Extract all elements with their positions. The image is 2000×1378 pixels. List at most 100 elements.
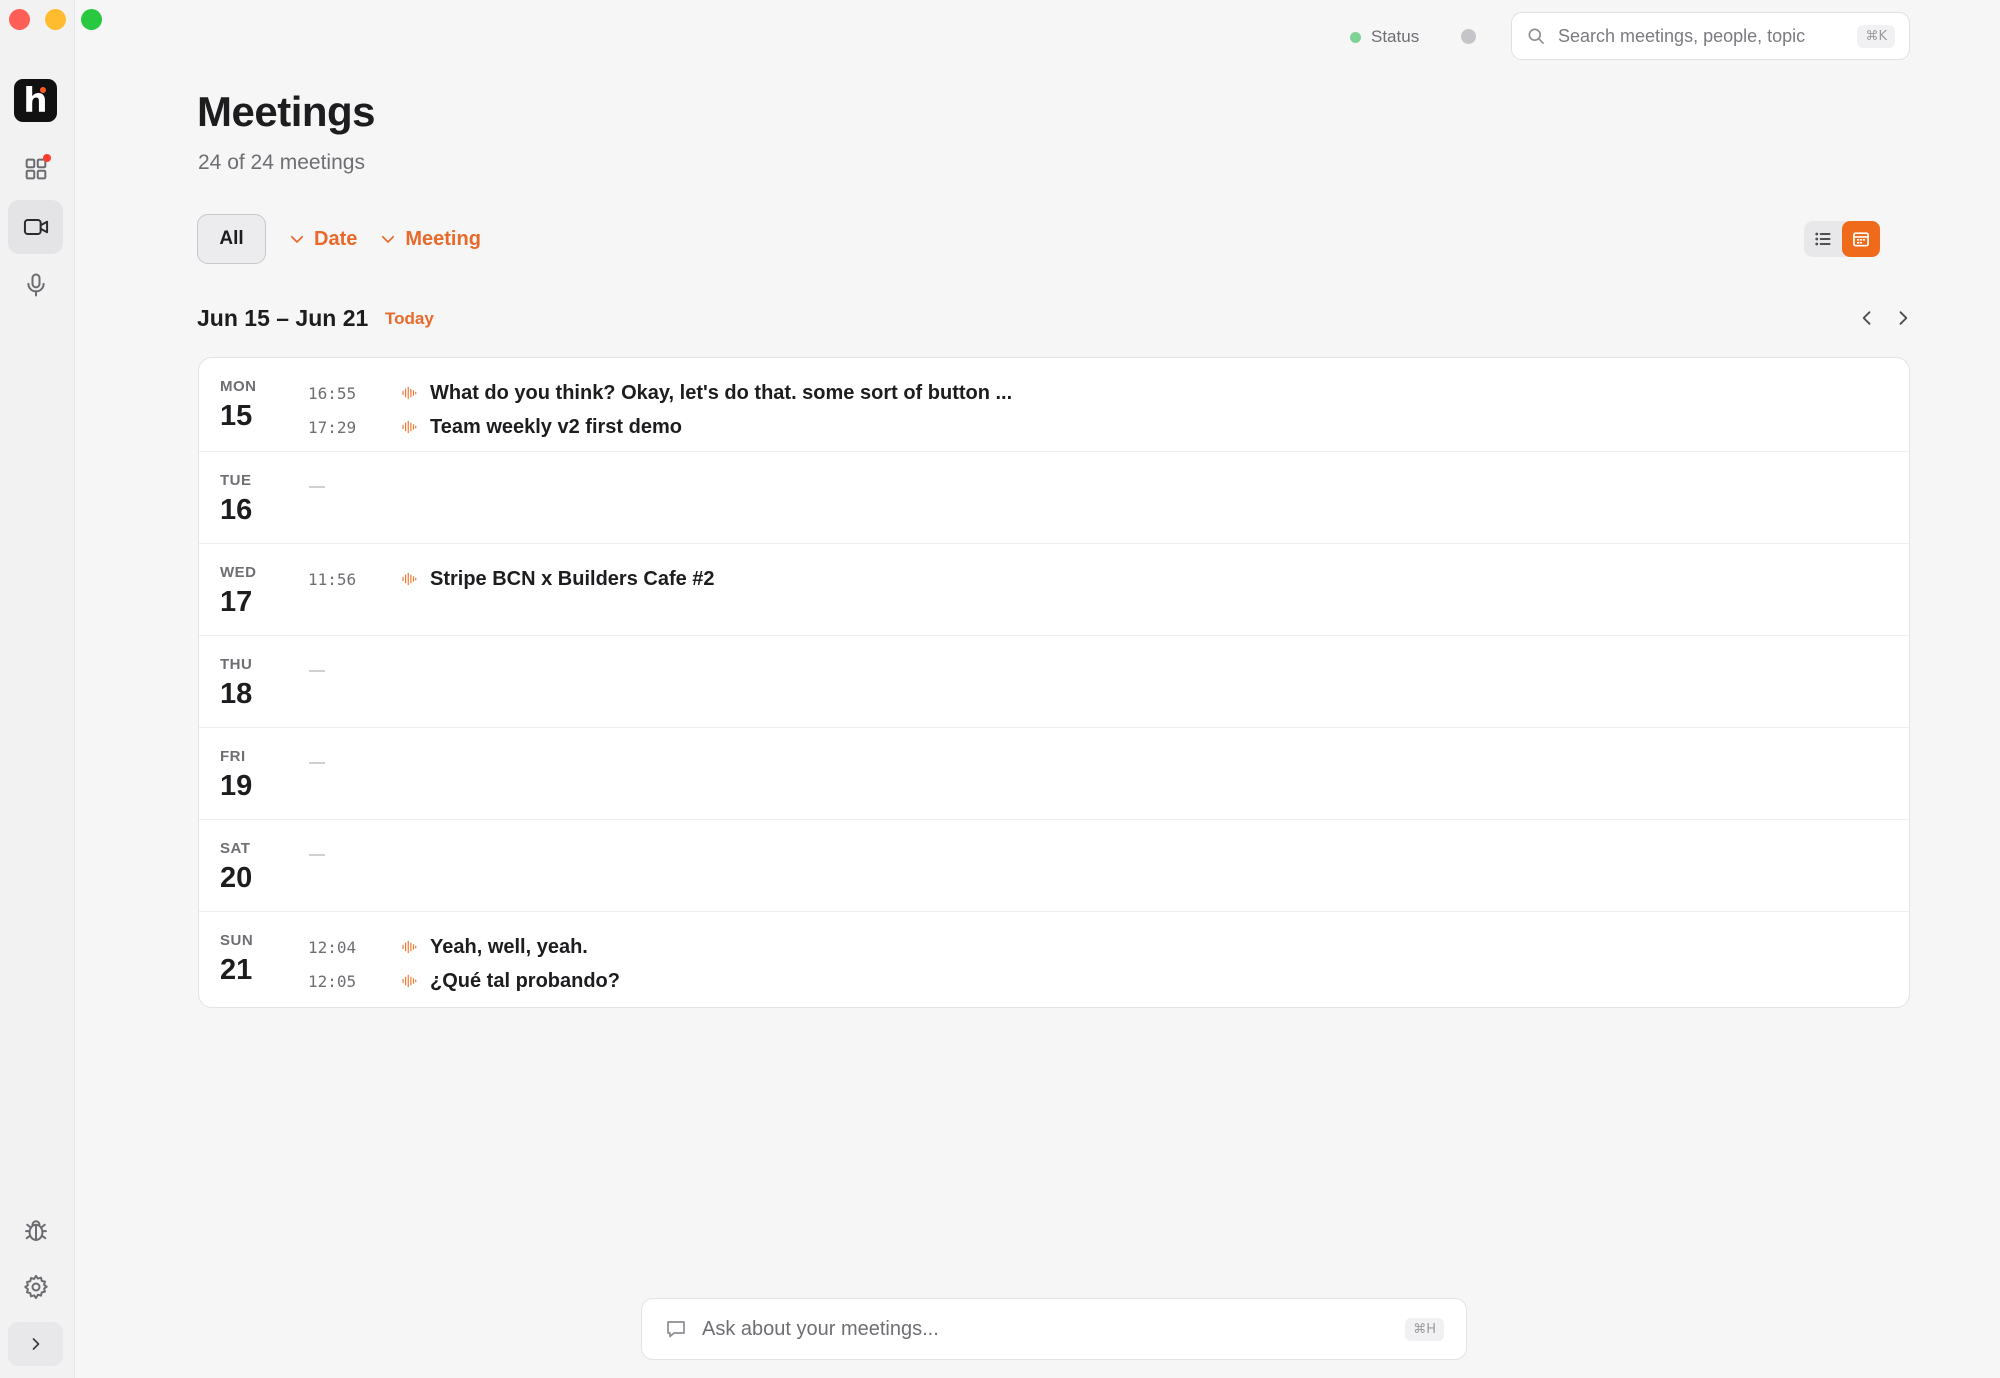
sidebar-item-settings[interactable] bbox=[8, 1260, 63, 1314]
filter-meeting-label: Meeting bbox=[405, 227, 481, 250]
status-dot bbox=[1350, 31, 1361, 43]
day-row-wed: WED 17 11:56 Stripe BCN x Builders Cafe #2 bbox=[199, 544, 1909, 636]
day-label: TUE 16 bbox=[220, 472, 252, 527]
day-row-thu: THU 18 bbox=[199, 636, 1909, 728]
day-label: SUN 21 bbox=[220, 932, 253, 987]
day-of-week: TUE bbox=[220, 472, 252, 489]
meeting-title: Team weekly v2 first demo bbox=[430, 415, 682, 438]
no-meetings-dash bbox=[309, 486, 325, 488]
next-week-button[interactable] bbox=[1889, 303, 1917, 333]
day-number: 15 bbox=[220, 400, 253, 432]
day-label: SAT 20 bbox=[220, 840, 252, 895]
gear-icon bbox=[23, 1274, 48, 1300]
meeting-item[interactable]: 12:04 Yeah, well, yeah. bbox=[308, 930, 620, 964]
day-number: 16 bbox=[220, 494, 253, 526]
meeting-item[interactable]: 16:55 What do you think? Okay, let's do t… bbox=[308, 376, 1012, 410]
sidebar-item-recordings[interactable] bbox=[8, 258, 63, 312]
day-row-mon: MON 15 16:55 What do you think? Okay, let's… bbox=[199, 358, 1909, 452]
meeting-time: 17:29 bbox=[308, 417, 357, 437]
meeting-time: 12:05 bbox=[308, 971, 357, 991]
day-of-week: FRI bbox=[220, 748, 246, 765]
meeting-title: What do you think? Okay, let's do that. … bbox=[430, 381, 1013, 404]
sidebar-item-meetings[interactable] bbox=[8, 200, 63, 254]
day-number: 21 bbox=[220, 954, 253, 986]
filter-all-button[interactable]: All bbox=[197, 214, 266, 264]
day-label: FRI 19 bbox=[220, 748, 252, 803]
week-calendar: MON 15 16:55 What do you think? Okay, let's… bbox=[198, 357, 1910, 1008]
day-of-week: SAT bbox=[220, 840, 251, 857]
sidebar: h bbox=[0, 0, 102, 1378]
day-label: WED 17 bbox=[220, 564, 257, 619]
search-icon bbox=[1528, 28, 1544, 44]
day-row-tue: TUE 16 bbox=[199, 452, 1909, 544]
ask-input[interactable] bbox=[702, 1317, 1392, 1341]
day-number: 19 bbox=[220, 770, 253, 802]
list-icon bbox=[1815, 232, 1831, 246]
audio-wave-icon bbox=[400, 938, 418, 956]
search-shortcut-hint: ⌘K bbox=[1857, 24, 1895, 48]
previous-week-button[interactable] bbox=[1853, 303, 1881, 333]
ask-shortcut-hint: ⌘H bbox=[1405, 1317, 1444, 1341]
window-controls bbox=[9, 9, 102, 30]
status-indicator[interactable]: Status bbox=[1350, 27, 1419, 47]
audio-wave-icon bbox=[400, 972, 418, 990]
minimize-window-button[interactable] bbox=[45, 9, 66, 30]
meeting-time: 11:56 bbox=[308, 569, 357, 589]
meeting-time: 12:04 bbox=[308, 937, 357, 957]
filter-bar: All Date Meeting bbox=[197, 214, 481, 264]
meeting-item[interactable]: 12:05 ¿Qué tal probando? bbox=[308, 964, 620, 998]
connection-dot bbox=[1461, 29, 1476, 44]
no-meetings-dash bbox=[309, 762, 325, 764]
app-logo[interactable]: h bbox=[14, 79, 57, 122]
chat-bubble-icon bbox=[667, 1321, 685, 1338]
meeting-list: 12:04 Yeah, well, yeah. 12:05 ¿Qué tal prob… bbox=[308, 930, 620, 998]
day-number: 20 bbox=[220, 862, 253, 894]
day-of-week: MON bbox=[220, 378, 257, 395]
sidebar-expand-button[interactable] bbox=[8, 1322, 63, 1366]
close-window-button[interactable] bbox=[9, 9, 30, 30]
day-number: 18 bbox=[220, 678, 253, 710]
filter-date-label: Date bbox=[314, 227, 358, 250]
day-label: MON 15 bbox=[220, 378, 257, 433]
video-camera-icon bbox=[23, 219, 48, 235]
no-meetings-dash bbox=[309, 854, 325, 856]
today-button[interactable]: Today bbox=[385, 309, 434, 329]
meeting-title: ¿Qué tal probando? bbox=[430, 969, 620, 992]
meeting-list: 16:55 What do you think? Okay, let's do t… bbox=[308, 376, 1012, 444]
meeting-list: 11:56 Stripe BCN x Builders Cafe #2 bbox=[308, 562, 715, 596]
audio-wave-icon bbox=[400, 570, 418, 588]
search-input[interactable] bbox=[1558, 25, 1846, 47]
status-label: Status bbox=[1371, 27, 1420, 46]
filter-meeting-dropdown[interactable]: Meeting bbox=[379, 228, 481, 251]
audio-wave-icon bbox=[400, 384, 418, 402]
week-range-label: Jun 15 – Jun 21 bbox=[197, 305, 369, 331]
calendar-icon bbox=[1853, 232, 1869, 247]
filter-date-dropdown[interactable]: Date bbox=[288, 228, 357, 251]
microphone-icon bbox=[26, 273, 45, 297]
meeting-item[interactable]: 11:56 Stripe BCN x Builders Cafe #2 bbox=[308, 562, 715, 596]
page-title: Meetings bbox=[197, 88, 376, 135]
sidebar-item-dashboard[interactable] bbox=[8, 142, 63, 196]
logo-dot bbox=[40, 87, 46, 93]
zoom-window-button[interactable] bbox=[81, 9, 102, 30]
chevron-down-icon bbox=[290, 235, 304, 243]
no-meetings-dash bbox=[309, 670, 325, 672]
sidebar-item-bug-report[interactable] bbox=[8, 1203, 63, 1257]
notification-badge bbox=[43, 154, 51, 162]
day-row-fri: FRI 19 bbox=[199, 728, 1909, 820]
search-bar[interactable]: ⌘K bbox=[1511, 12, 1910, 60]
day-of-week: WED bbox=[220, 564, 257, 581]
list-view-button[interactable] bbox=[1804, 221, 1842, 257]
meeting-count: 24 of 24 meetings bbox=[198, 151, 365, 174]
day-row-sat: SAT 20 bbox=[199, 820, 1909, 912]
audio-wave-icon bbox=[400, 418, 418, 436]
meeting-item[interactable]: 17:29 Team weekly v2 first demo bbox=[308, 410, 1012, 444]
meeting-title: Yeah, well, yeah. bbox=[430, 935, 588, 958]
day-of-week: SUN bbox=[220, 932, 254, 949]
ask-bar[interactable]: ⌘H bbox=[641, 1298, 1467, 1360]
meeting-title: Stripe BCN x Builders Cafe #2 bbox=[430, 567, 715, 590]
calendar-view-button[interactable] bbox=[1842, 221, 1880, 257]
chevron-left-icon bbox=[1862, 311, 1871, 325]
day-row-sun: SUN 21 12:04 Yeah, well, yeah. 12:05 ¿Qué tal… bbox=[199, 912, 1909, 1006]
chevron-right-icon bbox=[1899, 311, 1908, 325]
